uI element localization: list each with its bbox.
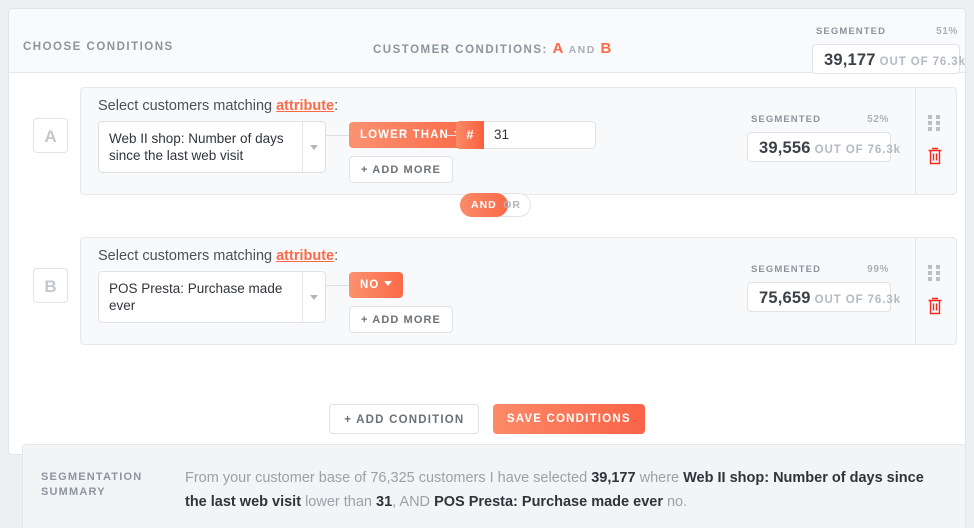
operator-connector-b bbox=[326, 285, 349, 286]
condition-prompt-suffix-a: : bbox=[334, 98, 339, 114]
condition-row-b: B Select customers matching attribute: P… bbox=[17, 237, 957, 345]
trash-icon[interactable] bbox=[926, 146, 944, 166]
add-more-button-b[interactable]: + ADD MORE bbox=[349, 306, 453, 333]
customer-conditions-letter-a: A bbox=[552, 40, 564, 57]
header-segmented-percent: 51% bbox=[936, 26, 958, 37]
summary-part4: , AND bbox=[392, 494, 435, 510]
condition-card-a: Select customers matching attribute: Web… bbox=[80, 87, 957, 195]
logic-toggle-or[interactable]: OR bbox=[503, 194, 521, 216]
summary-part5: no. bbox=[662, 494, 688, 510]
segmentation-summary-text: From your customer base of 76,325 custom… bbox=[185, 466, 945, 514]
header-segmented-count: 39,177 bbox=[824, 51, 876, 69]
header-segmented-head: SEGMENTED 51% bbox=[812, 26, 960, 40]
operator-label-b: NO bbox=[360, 279, 380, 291]
segmentation-summary-label: SEGMENTATION SUMMARY bbox=[41, 471, 143, 498]
condition-segmented-count-b: 75,659 bbox=[759, 289, 811, 307]
condition-segmented-head-a: SEGMENTED 52% bbox=[747, 114, 891, 128]
attribute-link-a[interactable]: attribute bbox=[276, 98, 334, 114]
value-input-a[interactable]: 31 bbox=[484, 121, 596, 149]
header-segmented-label: SEGMENTED bbox=[816, 26, 887, 37]
condition-segmented-stat-a: SEGMENTED 52% 39,556 OUT OF 76.3k bbox=[747, 114, 900, 162]
customer-conditions-summary: CUSTOMER CONDITIONS: A AND B bbox=[373, 40, 612, 57]
customer-conditions-and: AND bbox=[568, 44, 596, 56]
chevron-down-icon[interactable] bbox=[302, 272, 325, 322]
logic-toggle-and[interactable]: AND bbox=[460, 193, 508, 217]
operator-dropdown-b[interactable]: NO bbox=[349, 272, 404, 298]
logic-toggle[interactable]: AND OR bbox=[460, 193, 531, 217]
row-actions-b bbox=[916, 238, 956, 344]
condition-segmented-head-b: SEGMENTED 99% bbox=[747, 264, 891, 278]
condition-segmented-percent-a: 52% bbox=[867, 114, 889, 125]
condition-prompt-prefix-a: Select customers matching bbox=[98, 98, 277, 114]
attribute-select-value-a: Web II shop: Number of days since the la… bbox=[109, 131, 284, 163]
condition-card-b: Select customers matching attribute: POS… bbox=[80, 237, 957, 345]
condition-segmented-percent-b: 99% bbox=[867, 264, 889, 275]
condition-letter-badge-b: B bbox=[33, 268, 68, 303]
value-connector-a bbox=[445, 135, 456, 136]
choose-conditions-title: CHOOSE CONDITIONS bbox=[23, 41, 174, 53]
summary-attribute-b: POS Presta: Purchase made ever bbox=[434, 494, 663, 510]
attribute-select-b[interactable]: POS Presta: Purchase made ever bbox=[98, 271, 326, 323]
number-badge-icon: # bbox=[456, 121, 484, 149]
add-condition-button[interactable]: + ADD CONDITION bbox=[329, 404, 480, 434]
trash-icon[interactable] bbox=[926, 296, 944, 316]
condition-row-a: A Select customers matching attribute: W… bbox=[17, 87, 957, 195]
customer-conditions-letter-b: B bbox=[600, 40, 612, 57]
condition-segmented-label-b: SEGMENTED bbox=[751, 264, 822, 275]
attribute-link-b[interactable]: attribute bbox=[276, 248, 334, 264]
header-segmented-stat: SEGMENTED 51% 39,177 OUT OF 76.3k bbox=[812, 26, 965, 74]
operator-label-a: LOWER THAN bbox=[360, 129, 449, 141]
condition-prompt-b: Select customers matching attribute: bbox=[98, 248, 338, 264]
condition-segmented-stat-b: SEGMENTED 99% 75,659 OUT OF 76.3k bbox=[747, 264, 900, 312]
row-actions-a bbox=[916, 88, 956, 194]
segmentation-summary: SEGMENTATION SUMMARY From your customer … bbox=[22, 444, 966, 528]
condition-letter-badge-a: A bbox=[33, 118, 68, 153]
condition-segmented-outof-b: OUT OF 76.3k bbox=[814, 294, 901, 306]
attribute-select-a[interactable]: Web II shop: Number of days since the la… bbox=[98, 121, 326, 173]
condition-segmented-label-a: SEGMENTED bbox=[751, 114, 822, 125]
add-more-button-a[interactable]: + ADD MORE bbox=[349, 156, 453, 183]
header-segmented-outof: OUT OF 76.3k bbox=[879, 56, 966, 68]
conditions-body: A Select customers matching attribute: W… bbox=[9, 73, 965, 454]
customer-conditions-label: CUSTOMER CONDITIONS: bbox=[373, 44, 548, 56]
chevron-down-icon[interactable] bbox=[302, 122, 325, 172]
summary-selected-count: 39,177 bbox=[591, 470, 636, 486]
operator-connector-a bbox=[326, 135, 349, 136]
footer-actions: + ADD CONDITION SAVE CONDITIONS bbox=[9, 404, 965, 434]
condition-prompt-suffix-b: : bbox=[334, 248, 339, 264]
condition-segmented-outof-a: OUT OF 76.3k bbox=[814, 144, 901, 156]
summary-part1: From your customer base of 76,325 custom… bbox=[185, 470, 592, 486]
save-conditions-button[interactable]: SAVE CONDITIONS bbox=[492, 404, 645, 434]
condition-prompt-a: Select customers matching attribute: bbox=[98, 98, 338, 114]
summary-value-a: 31 bbox=[376, 494, 393, 510]
header-segmented-box: 39,177 OUT OF 76.3k bbox=[812, 44, 965, 74]
attribute-select-value-b: POS Presta: Purchase made ever bbox=[109, 281, 283, 313]
panel-header: CHOOSE CONDITIONS CUSTOMER CONDITIONS: A… bbox=[9, 9, 965, 74]
drag-handle-icon[interactable] bbox=[928, 265, 943, 282]
condition-segmented-box-a: 39,556 OUT OF 76.3k bbox=[747, 132, 900, 162]
condition-segmented-count-a: 39,556 bbox=[759, 139, 811, 157]
condition-segmented-box-b: 75,659 OUT OF 76.3k bbox=[747, 282, 900, 312]
segmentation-panel: CHOOSE CONDITIONS CUSTOMER CONDITIONS: A… bbox=[8, 8, 966, 455]
summary-part2: where bbox=[635, 470, 684, 486]
summary-part3: lower than bbox=[301, 494, 377, 510]
drag-handle-icon[interactable] bbox=[928, 115, 943, 132]
value-field-a[interactable]: # 31 bbox=[456, 121, 596, 149]
chevron-down-icon bbox=[384, 281, 393, 286]
condition-prompt-prefix-b: Select customers matching bbox=[98, 248, 277, 264]
